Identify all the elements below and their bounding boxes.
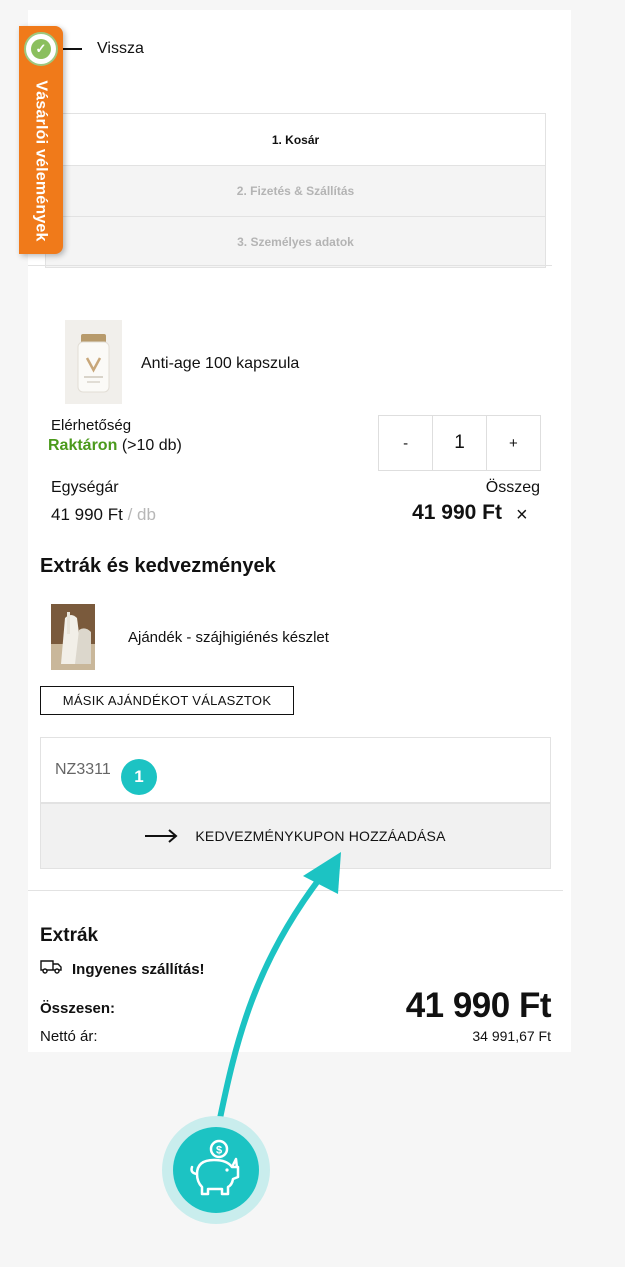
step-personal-data[interactable]: 3. Személyes adatok — [46, 216, 545, 267]
truck-icon — [40, 959, 63, 979]
gift-name: Ajándék - szájhigiénés készlet — [128, 629, 329, 646]
free-shipping-label: Ingyenes szállítás! — [72, 960, 205, 978]
back-link[interactable]: Vissza — [58, 40, 144, 58]
checkout-steps: 1. Kosár 2. Fizetés & Szállítás 3. Szemé… — [45, 113, 546, 268]
product-image[interactable] — [65, 320, 122, 404]
sum-label: Összeg — [485, 479, 540, 496]
extras-title: Extrák — [40, 925, 99, 946]
steps-divider — [28, 265, 552, 266]
sum-value: 41 990 Ft — [412, 501, 502, 524]
piggy-bank-icon: $ — [162, 1116, 270, 1224]
svg-text:$: $ — [216, 1145, 222, 1157]
total-label: Összesen: — [40, 1000, 116, 1017]
unit-price: 41 990 Ft / db — [51, 505, 156, 525]
step-payment-shipping[interactable]: 2. Fizetés & Szállítás — [46, 165, 545, 216]
add-coupon-label: KEDVEZMÉNYKUPON HOZZÁADÁSA — [195, 828, 446, 844]
reviews-badge[interactable]: ✓ Vásárlói vélemények — [19, 26, 63, 254]
summary-divider — [28, 890, 563, 891]
net-price-value: 34 991,67 Ft — [472, 1028, 551, 1044]
gift-image — [51, 604, 95, 670]
unit-price-value: 41 990 Ft — [51, 505, 123, 524]
stock-detail: (>10 db) — [121, 437, 182, 454]
total-value: 41 990 Ft — [405, 986, 552, 1025]
extras-discounts-title: Extrák és kedvezmények — [40, 555, 276, 577]
step-marker: 1 — [121, 759, 157, 795]
unit-price-label: Egységár — [51, 479, 119, 496]
quantity-value[interactable]: 1 — [432, 416, 487, 470]
plus-icon[interactable]: + — [487, 416, 540, 470]
verified-seal-icon: ✓ — [24, 32, 58, 66]
close-icon[interactable]: × — [516, 504, 528, 527]
arrow-right-icon — [145, 828, 179, 844]
step-cart[interactable]: 1. Kosár — [46, 114, 545, 165]
free-shipping: Ingyenes szállítás! — [40, 959, 205, 979]
minus-icon[interactable]: - — [379, 416, 432, 470]
reviews-badge-label: Vásárlói vélemények — [33, 80, 50, 242]
add-coupon-button[interactable]: KEDVEZMÉNYKUPON HOZZÁADÁSA — [40, 803, 551, 869]
quantity-stepper: - 1 + — [378, 415, 541, 471]
unit-suffix: / db — [127, 505, 156, 524]
product-name[interactable]: Anti-age 100 kapszula — [141, 355, 299, 373]
net-price-label: Nettó ár: — [40, 1028, 98, 1045]
choose-other-gift-button[interactable]: MÁSIK AJÁNDÉKOT VÁLASZTOK — [40, 686, 294, 715]
stock-status: Raktáron — [48, 437, 118, 454]
availability-status: Raktáron (>10 db) — [48, 437, 182, 455]
back-label: Vissza — [97, 40, 144, 57]
coupon-input[interactable] — [40, 737, 551, 803]
availability-label: Elérhetőség — [51, 417, 132, 434]
